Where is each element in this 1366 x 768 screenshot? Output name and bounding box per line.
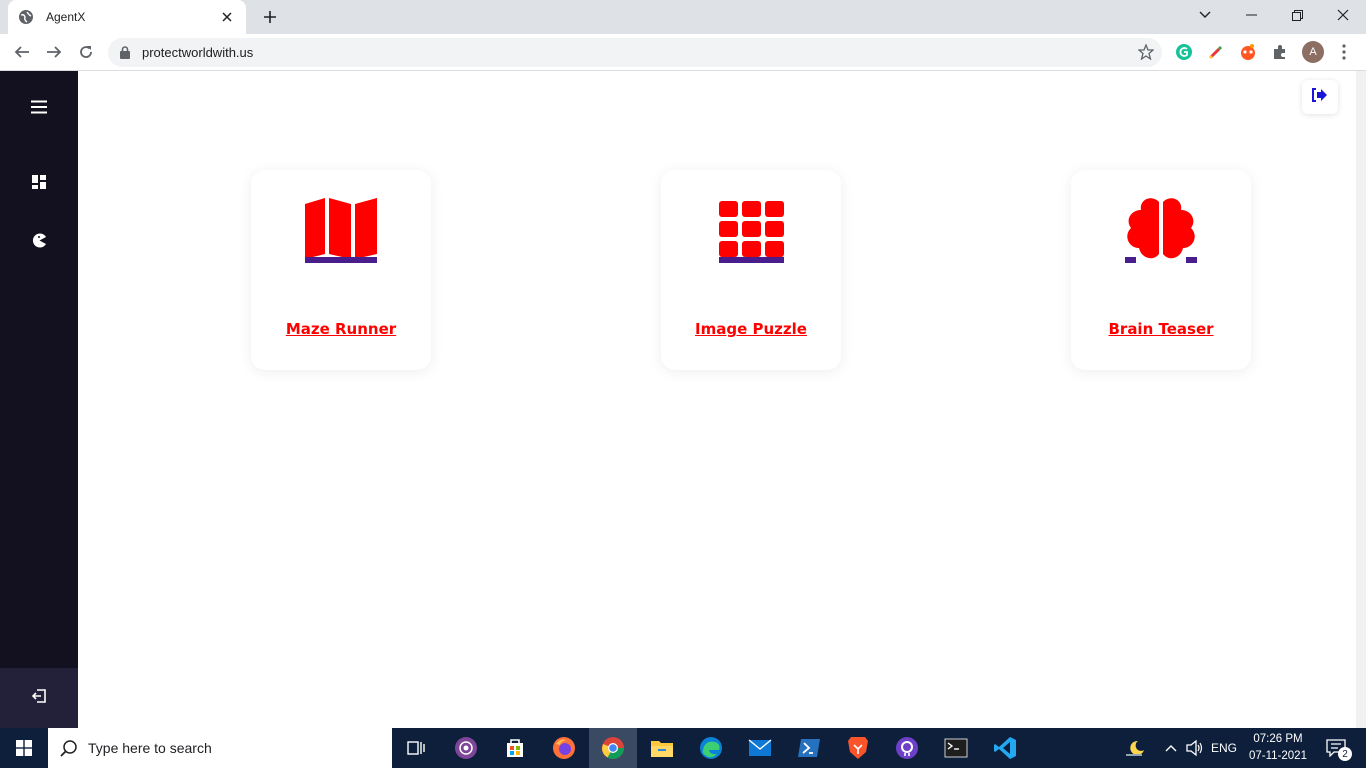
close-window-button[interactable] — [1320, 0, 1366, 30]
games-pacman-icon[interactable] — [27, 228, 51, 252]
windows-taskbar: Type here to search ENG 07:26 PM 07-11-2… — [0, 728, 1366, 768]
edge-icon[interactable] — [687, 728, 735, 768]
taskbar-search-box[interactable]: Type here to search — [48, 728, 392, 768]
brain-icon — [1125, 198, 1197, 263]
profile-avatar[interactable]: A — [1302, 41, 1324, 63]
browser-menu-icon[interactable] — [1334, 42, 1354, 62]
address-bar[interactable]: protectworldwith.us — [108, 38, 1162, 67]
card-image-puzzle[interactable]: Image Puzzle — [661, 170, 841, 370]
image-puzzle-link[interactable]: Image Puzzle — [661, 320, 841, 338]
clock-time: 07:26 PM — [1253, 733, 1303, 745]
hamburger-menu-icon[interactable] — [27, 95, 51, 119]
tab-strip: AgentX — [0, 0, 1366, 34]
brain-teaser-link[interactable]: Brain Teaser — [1071, 320, 1251, 338]
sidebar-logout-button[interactable] — [0, 668, 78, 728]
task-view-icon[interactable] — [392, 728, 440, 768]
card-maze-runner[interactable]: Maze Runner — [251, 170, 431, 370]
reload-button[interactable] — [72, 38, 100, 66]
vscode-icon[interactable] — [981, 728, 1029, 768]
search-placeholder: Type here to search — [88, 740, 212, 756]
restore-button[interactable] — [1274, 0, 1320, 30]
tab-search-icon[interactable] — [1182, 0, 1228, 30]
notification-count-badge: 2 — [1338, 747, 1352, 761]
mail-icon[interactable] — [736, 728, 784, 768]
sign-out-icon — [1312, 87, 1328, 107]
weather-icon[interactable] — [1120, 728, 1150, 768]
tor-browser-icon[interactable] — [442, 728, 490, 768]
microsoft-store-icon[interactable] — [491, 728, 539, 768]
firefox-icon[interactable] — [540, 728, 588, 768]
minimize-button[interactable] — [1228, 0, 1274, 30]
map-icon — [305, 198, 377, 263]
terminal-icon[interactable] — [932, 728, 980, 768]
globe-icon — [18, 9, 34, 25]
grammarly-extension-icon[interactable] — [1174, 42, 1194, 62]
forward-button[interactable] — [40, 38, 68, 66]
grid-icon — [719, 201, 784, 263]
bookmark-star-icon[interactable] — [1137, 43, 1155, 65]
system-clock[interactable]: 07:26 PM 07-11-2021 — [1240, 731, 1316, 765]
powershell-icon[interactable] — [785, 728, 833, 768]
sign-out-icon — [31, 688, 47, 709]
close-tab-icon[interactable] — [218, 8, 236, 26]
back-button[interactable] — [8, 38, 36, 66]
logout-button[interactable] — [1302, 80, 1338, 114]
notification-center-button[interactable]: 2 — [1316, 728, 1356, 768]
github-desktop-icon[interactable] — [883, 728, 931, 768]
maze-runner-link[interactable]: Maze Runner — [251, 320, 431, 338]
brave-browser-icon[interactable] — [834, 728, 882, 768]
browser-tab[interactable]: AgentX — [8, 0, 246, 34]
sidebar — [0, 71, 78, 728]
card-brain-teaser[interactable]: Brain Teaser — [1071, 170, 1251, 370]
browser-toolbar: protectworldwith.us A — [0, 34, 1366, 71]
lock-icon[interactable] — [120, 46, 130, 64]
tab-title: AgentX — [46, 10, 86, 24]
color-picker-extension-icon[interactable] — [1206, 42, 1226, 62]
notification-icon: 2 — [1326, 739, 1352, 761]
chevron-up-icon[interactable] — [1160, 728, 1182, 768]
search-icon — [60, 739, 78, 757]
chrome-icon[interactable] — [589, 728, 637, 768]
url-text[interactable]: protectworldwith.us — [142, 45, 253, 60]
dashboard-icon[interactable] — [27, 170, 51, 194]
clock-date: 07-11-2021 — [1249, 750, 1307, 762]
page-scrollbar[interactable] — [1356, 71, 1366, 728]
extensions-puzzle-icon[interactable] — [1270, 42, 1290, 62]
file-explorer-icon[interactable] — [638, 728, 686, 768]
language-indicator[interactable]: ENG — [1208, 728, 1240, 768]
new-tab-button[interactable] — [258, 6, 282, 28]
brave-rewards-extension-icon[interactable] — [1238, 42, 1258, 62]
speaker-volume-icon[interactable] — [1182, 728, 1208, 768]
windows-start-button[interactable] — [0, 728, 48, 768]
